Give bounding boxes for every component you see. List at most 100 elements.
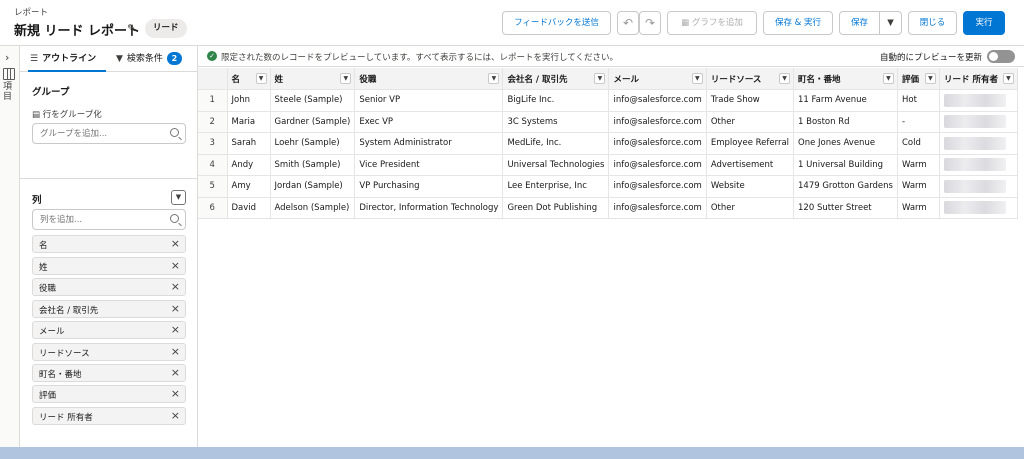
close-button[interactable]: 閉じる	[908, 11, 957, 35]
lead-owner-cell	[939, 154, 1018, 176]
chevron-down-icon[interactable]: ▼	[340, 73, 352, 84]
column-header[interactable]: 評価 ▼	[897, 68, 940, 90]
expand-chevron-icon[interactable]: ›	[5, 51, 9, 64]
table-cell: Cold	[897, 132, 940, 155]
column-pill[interactable]: 名 ×	[32, 235, 186, 253]
columns-menu-button[interactable]: ▼	[171, 190, 186, 205]
remove-icon[interactable]: ×	[171, 366, 180, 379]
fields-label[interactable]: 項目	[3, 82, 17, 102]
remove-icon[interactable]: ×	[171, 387, 180, 400]
table-row: 3 Sarah Loehr (Sample) System Administra…	[198, 132, 1018, 155]
outline-panel: ☰アウトライン ▼検索条件2 グループ ▤ 行をグループ化 列 ▼ 名× 姓× …	[20, 46, 198, 447]
run-button[interactable]: 実行	[963, 11, 1005, 35]
list-icon: ☰	[30, 54, 39, 64]
redo-button[interactable]: ↷	[639, 11, 661, 35]
column-pill[interactable]: リード 所有者 ×	[32, 407, 186, 425]
save-menu-button[interactable]: ▼	[879, 11, 902, 35]
column-header[interactable]: 会社名 / 取引先 ▼	[502, 68, 610, 90]
table-cell: David	[227, 197, 271, 219]
save-and-run-button[interactable]: 保存 & 実行	[763, 11, 833, 35]
table-cell: Adelson (Sample)	[270, 197, 356, 219]
tab-outline[interactable]: ☰ アウトライン	[28, 46, 106, 72]
chevron-down-icon: ▼	[887, 18, 894, 28]
column-pill-label: 役職	[39, 284, 57, 294]
lead-owner-cell	[939, 111, 1018, 133]
add-chart-button[interactable]: ▦ グラフを追加	[667, 11, 757, 35]
remove-icon[interactable]: ×	[171, 237, 180, 250]
edit-title-icon[interactable]: ✎	[127, 22, 136, 35]
column-header[interactable]: 町名・番地 ▼	[793, 68, 898, 90]
table-cell: Universal Technologies	[502, 154, 610, 176]
table-cell: Other	[706, 197, 795, 219]
table-cell: John	[227, 89, 271, 112]
table-cell: Hot	[897, 89, 940, 112]
table-cell: Gardner (Sample)	[270, 111, 356, 133]
table-cell: info@salesforce.com	[608, 132, 707, 155]
fields-icon[interactable]	[3, 68, 15, 80]
column-header[interactable]: 役職 ▼	[354, 68, 504, 90]
add-column-input[interactable]	[33, 210, 163, 229]
row-number: 5	[198, 175, 228, 198]
add-group-input[interactable]	[33, 124, 163, 143]
table-cell: Loehr (Sample)	[270, 132, 356, 155]
column-pill-label: 姓	[39, 263, 48, 273]
chevron-down-icon[interactable]: ▼	[691, 73, 703, 84]
redacted-owner	[943, 158, 1006, 172]
table-cell: Green Dot Publishing	[502, 197, 610, 219]
chevron-down-icon[interactable]: ▼	[594, 73, 606, 84]
chevron-down-icon[interactable]: ▼	[255, 73, 267, 84]
add-chart-label: グラフを追加	[691, 18, 743, 28]
column-pill[interactable]: 評価 ×	[32, 385, 186, 403]
column-pill-label: リード 所有者	[39, 413, 93, 423]
filter-icon: ▼	[116, 54, 123, 64]
remove-icon[interactable]: ×	[171, 259, 180, 272]
add-group-search	[32, 123, 186, 144]
column-header-label: リード 所有者	[943, 74, 998, 85]
table-cell: One Jones Avenue	[793, 132, 898, 155]
column-pill[interactable]: リードソース ×	[32, 343, 186, 361]
redo-icon: ↷	[644, 16, 656, 30]
column-pill[interactable]: 会社名 / 取引先 ×	[32, 300, 186, 318]
column-pill[interactable]: メール ×	[32, 321, 186, 339]
column-header[interactable]: メール ▼	[608, 68, 707, 90]
chevron-down-icon[interactable]: ▼	[882, 73, 894, 84]
auto-preview-toggle[interactable]	[987, 50, 1015, 63]
save-button[interactable]: 保存	[839, 11, 880, 35]
remove-icon[interactable]: ×	[171, 280, 180, 293]
table-cell: 11 Farm Avenue	[793, 89, 898, 112]
chevron-down-icon[interactable]: ▼	[1002, 73, 1014, 84]
chevron-down-icon: ▼	[175, 193, 182, 201]
table-header-row: 名 ▼ 姓 ▼ 役職 ▼ 会社名 / 取引先 ▼ メール ▼ リードソース ▼ 町名・番地 ▼…	[198, 68, 1018, 90]
column-header[interactable]: 名 ▼	[227, 68, 271, 90]
table-cell: System Administrator	[354, 132, 504, 155]
undo-button[interactable]: ↶	[617, 11, 639, 35]
remove-icon[interactable]: ×	[171, 323, 180, 336]
column-header[interactable]: リード 所有者 ▼	[939, 68, 1018, 90]
chevron-down-icon[interactable]: ▼	[488, 73, 500, 84]
table-cell: Jordan (Sample)	[270, 175, 356, 198]
table-row: 5 Amy Jordan (Sample) VP Purchasing Lee …	[198, 175, 1018, 198]
feedback-button[interactable]: フィードバックを送信	[502, 11, 611, 35]
lead-owner-cell	[939, 132, 1018, 155]
remove-icon[interactable]: ×	[171, 409, 180, 422]
redacted-owner	[943, 136, 1006, 150]
chevron-down-icon[interactable]: ▼	[924, 73, 936, 84]
table-cell: Website	[706, 175, 795, 198]
chevron-down-icon[interactable]: ▼	[779, 73, 791, 84]
remove-icon[interactable]: ×	[171, 302, 180, 315]
column-pill[interactable]: 役職 ×	[32, 278, 186, 296]
column-header[interactable]: 姓 ▼	[270, 68, 356, 90]
remove-icon[interactable]: ×	[171, 345, 180, 358]
tab-filters[interactable]: ▼ 検索条件 2	[116, 46, 196, 72]
redacted-owner	[943, 93, 1006, 107]
row-number: 2	[198, 111, 228, 133]
report-header: レポート 新規 リード レポート ✎ リード フィードバックを送信 ↶ ↷ ▦ …	[0, 0, 1024, 46]
column-pill[interactable]: 姓 ×	[32, 257, 186, 275]
column-pill-label: 会社名 / 取引先	[39, 306, 99, 316]
lead-owner-cell	[939, 175, 1018, 198]
report-title: 新規 リード レポート	[14, 24, 141, 39]
table-cell: Director, Information Technology	[354, 197, 504, 219]
column-header[interactable]: リードソース ▼	[706, 68, 795, 90]
table-cell: Steele (Sample)	[270, 89, 356, 112]
column-pill[interactable]: 町名・番地 ×	[32, 364, 186, 382]
